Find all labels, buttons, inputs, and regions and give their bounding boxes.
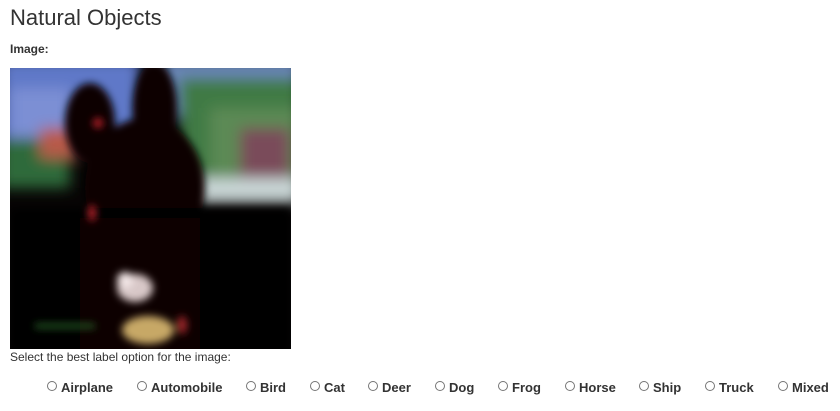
radio-frog[interactable]	[498, 381, 508, 391]
radio-mixed[interactable]	[778, 381, 788, 391]
radio-horse[interactable]	[565, 381, 575, 391]
option-deer[interactable]: Deer	[368, 378, 411, 398]
option-frog[interactable]: Frog	[498, 378, 541, 398]
option-label: Horse	[579, 380, 616, 395]
radio-cat[interactable]	[310, 381, 320, 391]
option-automobile[interactable]: Automobile	[137, 378, 223, 398]
option-dog[interactable]: Dog	[435, 378, 474, 398]
option-label: Mixed	[792, 380, 829, 395]
radio-dog[interactable]	[435, 381, 445, 391]
radio-truck[interactable]	[705, 381, 715, 391]
option-label: Ship	[653, 380, 682, 395]
option-cat[interactable]: Cat	[310, 378, 345, 398]
radio-deer[interactable]	[368, 381, 378, 391]
radio-automobile[interactable]	[137, 381, 147, 391]
radio-airplane[interactable]	[47, 381, 57, 391]
classification-image	[10, 68, 291, 349]
option-ship[interactable]: Ship	[639, 378, 681, 398]
radio-ship[interactable]	[639, 381, 649, 391]
option-label: Cat	[324, 380, 345, 395]
option-airplane[interactable]: Airplane	[47, 378, 113, 398]
page-title: Natural Objects	[10, 5, 162, 30]
option-label: Deer	[382, 380, 411, 395]
option-horse[interactable]: Horse	[565, 378, 616, 398]
option-label: Dog	[449, 380, 475, 395]
option-label: Frog	[512, 380, 541, 395]
option-label: Airplane	[61, 380, 114, 395]
blurry-animal-photo	[10, 68, 291, 349]
option-label: Truck	[719, 380, 754, 395]
option-label: Bird	[260, 380, 286, 395]
image-label: Image:	[10, 42, 49, 56]
label-prompt: Select the best label option for the ima…	[10, 350, 231, 364]
option-mixed[interactable]: Mixed	[778, 378, 829, 398]
option-bird[interactable]: Bird	[246, 378, 286, 398]
option-label: Automobile	[151, 380, 223, 395]
option-truck[interactable]: Truck	[705, 378, 754, 398]
radio-bird[interactable]	[246, 381, 256, 391]
